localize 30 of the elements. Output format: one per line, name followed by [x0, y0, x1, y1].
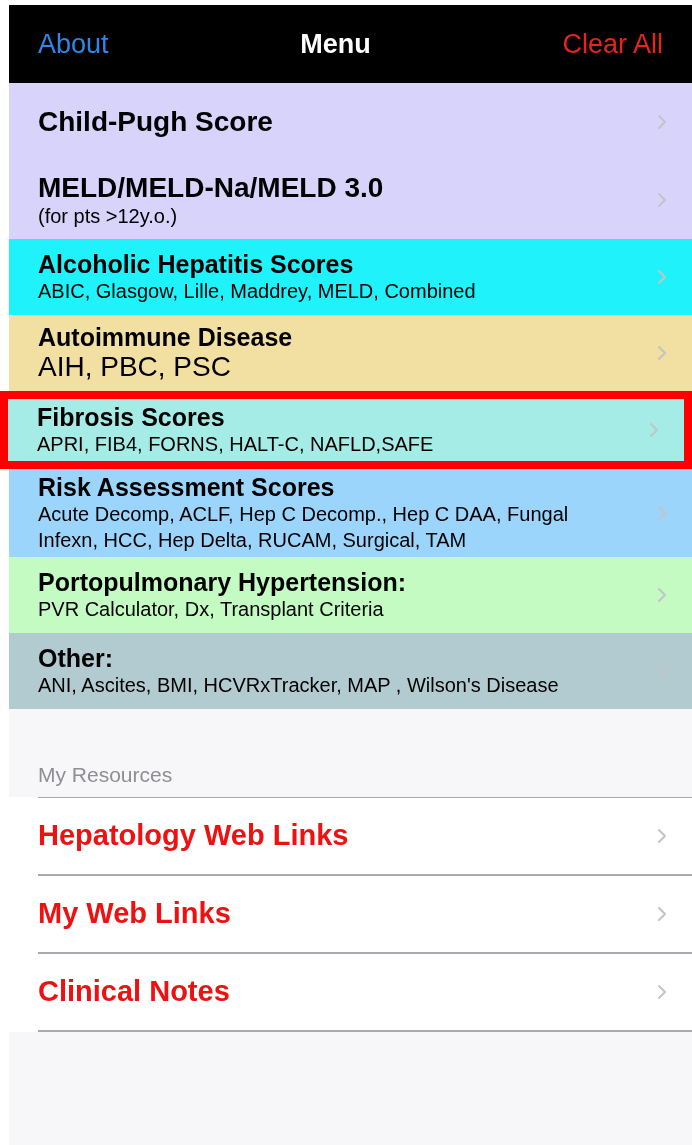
section-header: My Resources [37, 762, 174, 788]
menu-item-title: Autoimmune Disease [38, 323, 294, 351]
menu-item[interactable]: Child-Pugh Score [9, 83, 692, 161]
menu-item-subtitle: (for pts >12y.o.) [38, 204, 179, 228]
menu-item[interactable]: Autoimmune Disease AIH, PBC, PSC [9, 315, 692, 391]
resource-item[interactable]: Clinical Notes [38, 952, 692, 1031]
menu-item[interactable]: Risk Assessment Scores Acute Decomp, ACLF, Hep C Decomp., Hep C DAA, Fungal Infexn, HCC, Hep Delta, RUCAM, Surgical, TAM [9, 469, 692, 557]
menu-item[interactable]: Other: ANI, Ascites, BMI, HCVRxTracker, MAP , Wilson's Disease [9, 633, 692, 709]
menu-item-title: Child-Pugh Score [38, 106, 274, 138]
menu-item[interactable]: Fibrosis Scores APRI, FIB4, FORNS, HALT-C, NAFLD,SAFE [0, 391, 692, 469]
menu-item-title: Risk Assessment Scores [38, 473, 336, 501]
clear-all-button[interactable]: Clear All [562, 23, 663, 65]
menu-item-title: Fibrosis Scores [37, 403, 226, 431]
menu-item-subtitle: ABIC, Glasgow, Lille, Maddrey, MELD, Combined [38, 279, 477, 304]
menu-item[interactable]: Portopulmonary Hypertension: PVR Calculator, Dx, Transplant Criteria [9, 557, 692, 633]
nav-title: Menu [300, 27, 371, 61]
menu-item[interactable]: Alcoholic Hepatitis Scores ABIC, Glasgow, Lille, Maddrey, MELD, Combined [9, 239, 692, 315]
resource-item[interactable]: Hepatology Web Links [38, 796, 692, 875]
menu-item-subtitle: ANI, Ascites, BMI, HCVRxTracker, MAP , Wilson's Disease [38, 673, 560, 698]
menu-item[interactable]: MELD/MELD-Na/MELD 3.0 (for pts >12y.o.) [9, 161, 692, 239]
menu-item-subtitle: APRI, FIB4, FORNS, HALT-C, NAFLD,SAFE [37, 432, 435, 457]
resource-item[interactable]: My Web Links [38, 874, 692, 953]
menu-item-title: MELD/MELD-Na/MELD 3.0 [38, 172, 385, 204]
menu-item-subtitle: Acute Decomp, ACLF, Hep C Decomp., Hep C DAA, Fungal Infexn, HCC, Hep Delta, RUCAM, Surgical, TAM [38, 502, 570, 553]
menu-item-subtitle: AIH, PBC, PSC [38, 351, 232, 383]
menu-item-subtitle: PVR Calculator, Dx, Transplant Criteria [38, 597, 385, 622]
menu-item-title: Alcoholic Hepatitis Scores [38, 250, 355, 278]
about-button[interactable]: About [38, 23, 109, 65]
menu-item-title: Other: [38, 644, 114, 672]
menu-item-title: Portopulmonary Hypertension: [38, 568, 408, 596]
